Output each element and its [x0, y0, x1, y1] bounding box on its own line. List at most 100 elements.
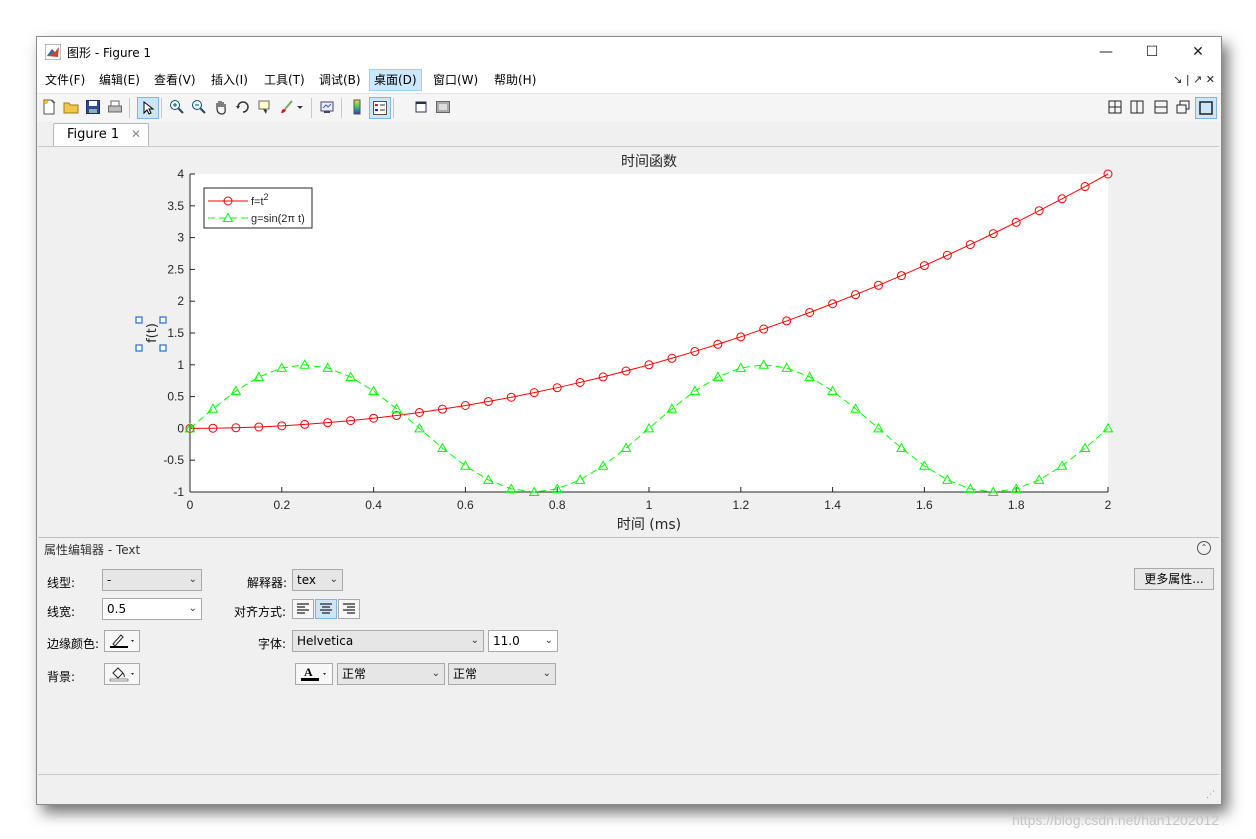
align-left-button[interactable] — [292, 599, 314, 619]
font-size-select[interactable]: 11.0 ⌄ — [488, 630, 558, 652]
property-editor-title: 属性编辑器 - Text — [44, 543, 141, 557]
hide-plot-tools-icon[interactable] — [411, 97, 431, 117]
toolbar-separator — [341, 98, 342, 118]
legend-label-2: g=sin(2π t) — [251, 213, 305, 225]
y-axis-label[interactable]: f(t) — [145, 323, 160, 343]
font-label: 字体: — [258, 637, 287, 651]
x-tick-label: 2 — [1105, 498, 1112, 512]
menu-desktop[interactable]: 桌面(D) — [369, 69, 422, 91]
line-width-select[interactable]: 0.5 ⌄ — [102, 598, 202, 620]
y-tick-label: 1 — [177, 358, 184, 372]
dock-controls[interactable]: ↘ | ↗ ✕ — [1173, 73, 1215, 86]
legend[interactable]: f=t2g=sin(2π t) — [203, 187, 313, 229]
x-tick-label: 0.2 — [273, 498, 290, 512]
background-color-button[interactable] — [104, 663, 140, 685]
colorbar-icon[interactable] — [347, 97, 367, 117]
maximize-icon[interactable] — [1195, 97, 1217, 119]
maximize-icon: ☐ — [1145, 44, 1159, 60]
chart-title: 时间函数 — [621, 154, 677, 170]
close-button[interactable]: ✕ — [1175, 37, 1221, 67]
tile-rows-icon[interactable] — [1151, 97, 1171, 117]
interpreter-value: tex — [297, 573, 316, 587]
font-size-value: 11.0 — [493, 634, 520, 648]
menu-view[interactable]: 查看(V) — [150, 70, 200, 90]
menu-help[interactable]: 帮助(H) — [490, 70, 540, 90]
align-center-button[interactable] — [315, 599, 337, 619]
x-tick-label: 1.8 — [1008, 498, 1025, 512]
select-arrow-icon[interactable] — [137, 97, 159, 119]
background-label: 背景: — [47, 670, 76, 684]
font-color-button[interactable]: A — [295, 663, 333, 685]
edge-color-button[interactable] — [104, 630, 140, 652]
open-file-icon[interactable] — [61, 97, 81, 117]
close-icon: ✕ — [1192, 44, 1204, 60]
x-tick-label: 0.4 — [365, 498, 382, 512]
line-style-select[interactable]: - ⌄ — [102, 569, 202, 591]
tab-close-icon[interactable]: ✕ — [131, 127, 141, 141]
font-name-value: Helvetica — [297, 634, 354, 648]
show-plot-tools-icon[interactable] — [433, 97, 453, 117]
print-icon[interactable] — [105, 97, 125, 117]
font-angle-value: 正常 — [453, 667, 478, 681]
font-weight-select[interactable]: 正常 ⌄ — [337, 663, 445, 685]
menu-file[interactable]: 文件(F) — [41, 70, 89, 90]
link-plot-icon[interactable] — [317, 97, 337, 117]
y-tick-label: 3.5 — [167, 199, 184, 213]
y-tick-label: 2.5 — [167, 262, 184, 276]
axes-background[interactable] — [190, 174, 1108, 492]
menu-window[interactable]: 窗口(W) — [429, 70, 482, 90]
font-angle-select[interactable]: 正常 ⌄ — [448, 663, 556, 685]
new-figure-icon[interactable] — [39, 97, 59, 117]
pan-hand-icon[interactable] — [211, 97, 231, 117]
rotate-3d-icon[interactable] — [233, 97, 253, 117]
legend-superscript: 2 — [264, 192, 269, 202]
tile-grid-icon[interactable] — [1105, 97, 1125, 117]
brush-dropdown-icon[interactable] — [295, 97, 305, 117]
more-properties-button[interactable]: 更多属性... — [1134, 568, 1214, 590]
brush-icon[interactable] — [277, 97, 297, 117]
data-cursor-icon[interactable] — [255, 97, 275, 117]
figure-tab-strip: Figure 1 ✕ — [37, 122, 1221, 146]
toolbar-separator — [393, 98, 394, 118]
zoom-out-icon[interactable] — [189, 97, 209, 117]
title-bar: 图形 - Figure 1 — ☐ ✕ — [37, 37, 1221, 67]
chevron-down-icon: ⌄ — [431, 668, 440, 679]
x-axis-label: 时间 (ms) — [617, 517, 681, 533]
menu-insert[interactable]: 插入(I) — [207, 70, 252, 90]
tab-figure-1[interactable]: Figure 1 ✕ — [53, 123, 149, 146]
maximize-button[interactable]: ☐ — [1129, 37, 1175, 67]
y-tick-label: 4 — [177, 167, 184, 181]
figure-toolbar — [37, 93, 1221, 123]
matlab-logo-icon — [45, 44, 61, 60]
legend-icon[interactable] — [369, 97, 391, 119]
chevron-down-icon: ⌄ — [188, 574, 197, 585]
resize-grip-icon[interactable]: ⋰ — [1206, 790, 1215, 800]
tile-columns-icon[interactable] — [1127, 97, 1147, 117]
align-center-icon — [320, 603, 332, 614]
menu-tools[interactable]: 工具(T) — [260, 70, 309, 90]
float-icon[interactable] — [1173, 97, 1193, 117]
save-icon[interactable] — [83, 97, 103, 117]
selection-handle — [135, 344, 143, 352]
collapse-icon[interactable]: ⌃ — [1197, 541, 1211, 555]
x-tick-label: 0 — [187, 498, 194, 512]
menu-edit[interactable]: 编辑(E) — [95, 70, 144, 90]
x-tick-label: 1.2 — [732, 498, 749, 512]
plot-svg[interactable]: 时间函数 时间 (ms) f(t) 0 0.2 0.4 0.6 0.8 1 1.2 1.4 1.… — [38, 147, 1219, 537]
align-right-button[interactable] — [338, 599, 360, 619]
line-width-label: 线宽: — [47, 605, 76, 619]
y-tick-label: 0 — [177, 421, 184, 435]
menu-debug[interactable]: 调试(B) — [315, 70, 365, 90]
y-tick-label: -0.5 — [163, 453, 184, 467]
font-name-select[interactable]: Helvetica ⌄ — [292, 630, 484, 652]
font-color-icon: A — [301, 665, 326, 681]
interpreter-select[interactable]: tex ⌄ — [292, 569, 343, 591]
figure-canvas[interactable]: 时间函数 时间 (ms) f(t) 0 0.2 0.4 0.6 0.8 1 1.2 1.4 1.… — [38, 146, 1219, 537]
window-title: 图形 - Figure 1 — [67, 46, 152, 60]
toolbar-separator — [129, 98, 130, 118]
y-tick-label: -1 — [173, 485, 184, 499]
property-editor-header: 属性编辑器 - Text ⌃ — [38, 537, 1219, 559]
x-tick-label: 0.6 — [457, 498, 474, 512]
zoom-in-icon[interactable] — [167, 97, 187, 117]
minimize-button[interactable]: — — [1083, 37, 1129, 67]
